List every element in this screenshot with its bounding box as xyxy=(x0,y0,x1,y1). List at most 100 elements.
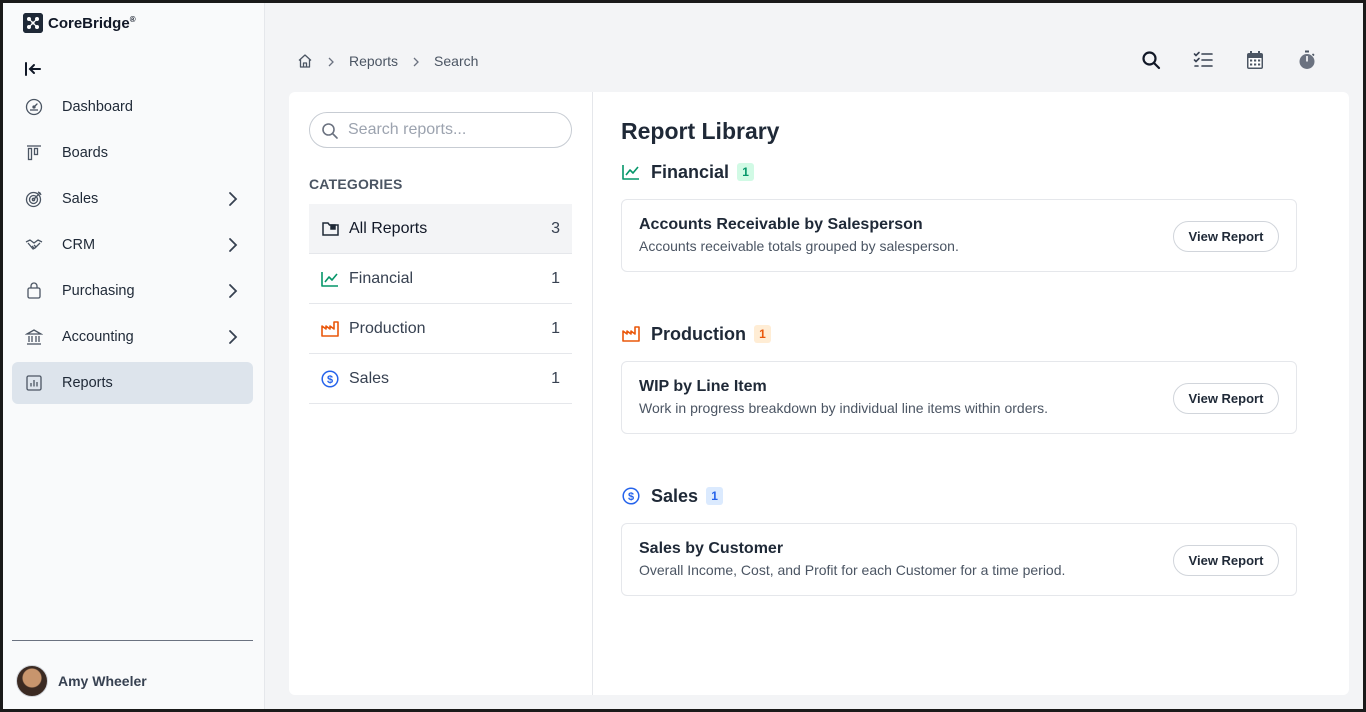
report-group-financial: Financial 1 Accounts Receivable by Salespe… xyxy=(621,161,1297,272)
chevron-right-icon xyxy=(223,189,243,209)
timer-icon[interactable] xyxy=(1297,49,1317,71)
view-report-button[interactable]: View Report xyxy=(1173,221,1279,252)
group-title: Financial xyxy=(651,161,730,182)
group-header: Financial 1 xyxy=(621,161,1297,183)
dashboard-gauge-icon xyxy=(24,97,44,117)
sidebar-item-dashboard[interactable]: Dashboard xyxy=(12,86,253,128)
report-search[interactable] xyxy=(309,112,572,148)
sidebar-item-purchasing[interactable]: Purchasing xyxy=(12,270,253,312)
reports-chart-icon xyxy=(24,373,44,393)
category-label: Financial xyxy=(349,269,414,287)
brand-logo[interactable]: CoreBridge® xyxy=(23,13,136,33)
report-description: Accounts receivable totals grouped by sa… xyxy=(639,238,959,254)
group-title: Sales xyxy=(651,485,699,506)
line-chart-icon xyxy=(621,162,641,182)
search-icon[interactable] xyxy=(1141,49,1161,71)
brand-name: CoreBridge xyxy=(48,14,130,32)
count-badge: 1 xyxy=(754,325,771,343)
sidebar-item-label: Accounting xyxy=(62,329,134,345)
category-item-financial[interactable]: Financial 1 xyxy=(309,254,572,304)
report-card: Accounts Receivable by Salesperson Accoun… xyxy=(621,199,1297,272)
report-card: WIP by Line Item Work in progress breakdo… xyxy=(621,361,1297,434)
chevron-right-icon xyxy=(223,327,243,347)
sidebar-item-label: Sales xyxy=(62,191,99,207)
line-chart-icon xyxy=(321,270,339,288)
category-label: All Reports xyxy=(349,219,428,237)
sidebar-divider xyxy=(12,640,253,641)
factory-icon xyxy=(621,324,641,344)
report-title: Sales by Customer xyxy=(639,540,784,557)
page-title: Report Library xyxy=(621,118,780,144)
view-report-button[interactable]: View Report xyxy=(1173,545,1279,576)
crm-handshake-icon xyxy=(24,235,44,255)
categories-heading: CATEGORIES xyxy=(309,176,403,192)
corebridge-logo-icon xyxy=(23,13,43,33)
group-title: Production xyxy=(651,323,746,344)
category-count: 3 xyxy=(551,219,560,237)
user-profile[interactable]: Amy Wheeler xyxy=(16,665,147,697)
sales-target-icon xyxy=(24,189,44,209)
report-card: Sales by Customer Overall Income, Cost, a… xyxy=(621,523,1297,596)
svg-text:$: $ xyxy=(327,374,333,386)
chevron-right-icon xyxy=(223,235,243,255)
sidebar-item-boards[interactable]: Boards xyxy=(12,132,253,174)
view-report-button[interactable]: View Report xyxy=(1173,383,1279,414)
sidebar-item-label: Purchasing xyxy=(62,283,135,299)
dollar-circle-icon: $ xyxy=(321,369,339,388)
sidebar-item-accounting[interactable]: Accounting xyxy=(12,316,253,358)
folder-icon xyxy=(321,220,339,238)
avatar xyxy=(16,665,48,697)
count-badge: 1 xyxy=(737,163,755,181)
checklist-icon[interactable] xyxy=(1193,49,1213,71)
sidebar-item-crm[interactable]: CRM xyxy=(12,224,253,266)
report-group-sales: $ Sales 1 Sales by Customer Overall Income, … xyxy=(621,485,1297,596)
home-icon[interactable] xyxy=(297,53,313,69)
count-badge: 1 xyxy=(706,487,724,505)
sidebar-item-label: Reports xyxy=(62,375,113,391)
categories-list: All Reports 3 Financial 1 Production 1 $ Sales 1 xyxy=(309,204,572,404)
report-description: Work in progress breakdown by individual… xyxy=(639,400,1049,416)
reports-panel: CATEGORIES All Reports3Financial1Product… xyxy=(289,92,1349,695)
category-count: 1 xyxy=(551,269,560,287)
report-title: Accounts Receivable by Salesperson xyxy=(639,216,923,233)
user-name: Amy Wheeler xyxy=(58,673,147,689)
group-header: Production 1 xyxy=(621,323,1297,345)
sidebar-item-label: Boards xyxy=(62,145,108,161)
breadcrumb-reports-link[interactable]: Reports xyxy=(349,53,398,69)
svg-text:$: $ xyxy=(628,491,634,503)
sidebar-item-sales[interactable]: Sales xyxy=(12,178,253,220)
sidebar-item-label: CRM xyxy=(62,237,96,253)
category-count: 1 xyxy=(551,369,560,387)
sidebar-item-reports[interactable]: Reports xyxy=(12,362,253,404)
report-group-production: Production 1 WIP by Line Item Work in progr… xyxy=(621,323,1297,434)
brand-registered-mark: ® xyxy=(129,14,136,24)
search-input[interactable] xyxy=(348,121,558,139)
topbar-actions xyxy=(1141,49,1317,71)
category-count: 1 xyxy=(551,319,560,337)
chevron-right-icon xyxy=(325,55,337,67)
sidebar-item-label: Dashboard xyxy=(62,99,133,115)
group-header: $ Sales 1 xyxy=(621,485,1297,507)
sidebar-nav: Dashboard Boards Sales CRM Purchasing Account… xyxy=(12,86,253,408)
collapse-sidebar-icon[interactable] xyxy=(23,59,43,79)
report-description: Overall Income, Cost, and Profit for eac… xyxy=(639,562,1066,578)
app-window: CoreBridge® Dashboard Boards Sales CRM Purch… xyxy=(3,3,1363,709)
breadcrumb: Reports Search xyxy=(297,51,478,71)
category-item-all-reports[interactable]: All Reports 3 xyxy=(309,204,572,254)
categories-panel: CATEGORIES All Reports3Financial1Product… xyxy=(289,92,593,695)
category-item-production[interactable]: Production 1 xyxy=(309,304,572,354)
chevron-right-icon xyxy=(223,281,243,301)
purchasing-bag-icon xyxy=(24,281,44,301)
breadcrumb-current: Search xyxy=(434,53,479,69)
calendar-icon[interactable] xyxy=(1245,49,1265,71)
boards-kanban-icon xyxy=(24,143,44,163)
search-icon xyxy=(321,122,339,140)
category-item-sales[interactable]: $ Sales 1 xyxy=(309,354,572,404)
category-label: Production xyxy=(349,319,426,337)
factory-icon xyxy=(321,320,339,338)
chevron-right-icon xyxy=(410,55,422,67)
sidebar: CoreBridge® Dashboard Boards Sales CRM Purch… xyxy=(3,3,265,709)
report-title: WIP by Line Item xyxy=(639,378,767,395)
dollar-circle-icon: $ xyxy=(621,486,641,506)
accounting-bank-icon xyxy=(24,327,44,347)
